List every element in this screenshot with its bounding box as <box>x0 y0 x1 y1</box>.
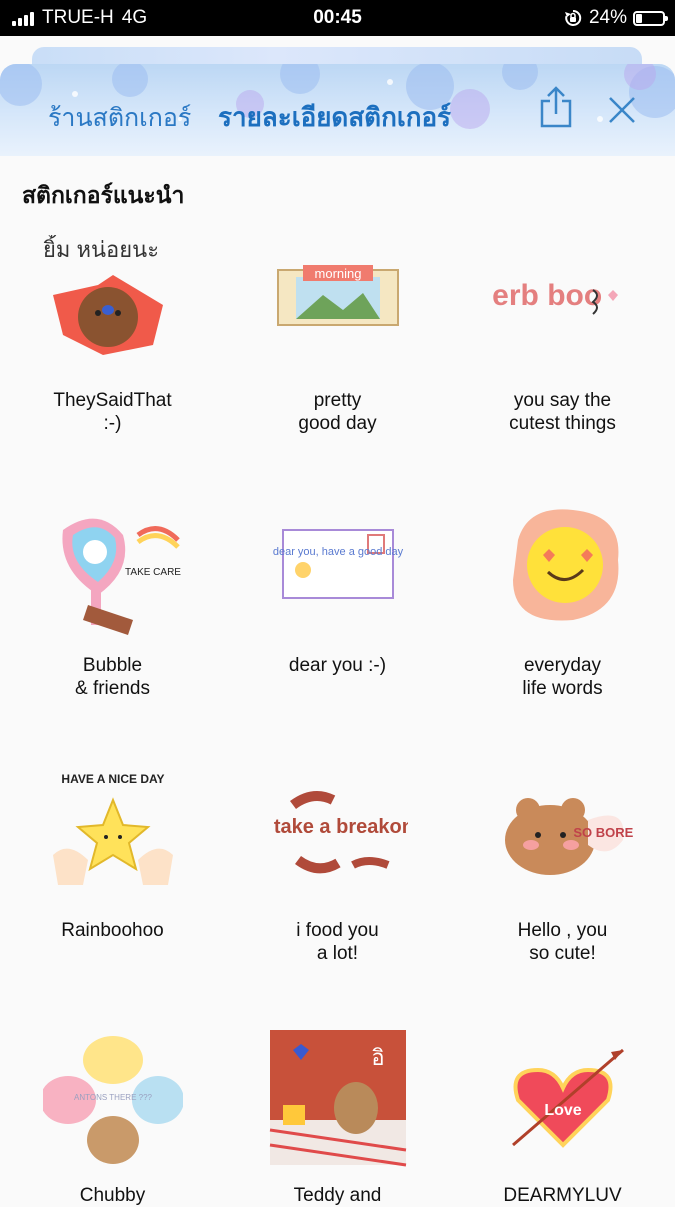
sticker-thumbnail: berb boo <box>493 279 618 315</box>
sticker-art-text: SO BORED <box>573 825 633 840</box>
sticker-art-text: HAVE A NICE DAY <box>61 772 164 786</box>
sticker-item[interactable]: everyday life words <box>450 500 675 700</box>
sticker-thumbnail: อิ <box>269 1030 406 1167</box>
sticker-art-text: dear you, have a good day <box>272 546 403 558</box>
sticker-name: everyday life words <box>522 655 603 699</box>
share-icon[interactable] <box>538 86 574 128</box>
sticker-name: dear you :-) <box>288 655 387 676</box>
section-title: สติกเกอร์แนะนำ <box>22 182 185 208</box>
sticker-name: pretty good day <box>298 390 377 434</box>
sticker-thumbnail: SO BORED <box>504 798 633 875</box>
sticker-item[interactable]: Love DEARMYLUV <box>450 1030 675 1207</box>
sticker-item[interactable]: ยิ้ม หน่อยนะ TheySaidThat :-) <box>0 235 225 435</box>
status-bar: TRUE-H 4G 00:45 24% <box>0 0 675 36</box>
sticker-name: Teddy and <box>293 1185 382 1206</box>
sticker-thumbnail: ANTONS THERE ??? <box>42 1036 183 1164</box>
sticker-item[interactable]: HAVE A NICE DAY Rainboohoo <box>0 765 225 942</box>
sticker-name: Rainboohoo <box>61 920 164 941</box>
sticker-item[interactable]: ANTONS THERE ??? Chubby <box>0 1030 225 1207</box>
rotation-lock-icon <box>564 9 582 26</box>
sticker-name: Chubby <box>79 1185 146 1206</box>
sticker-item[interactable]: TAKE CARE Bubble & friends <box>0 500 225 700</box>
sticker-name: Hello , you so cute! <box>517 920 608 964</box>
sticker-name: you say the cutest things <box>509 390 616 434</box>
sticker-name: TheySaidThat :-) <box>53 390 172 434</box>
header: ร้านสติกเกอร์ รายละเอียดสติกเกอร์ <box>0 64 675 156</box>
sticker-thumbnail: morning <box>276 265 399 326</box>
sticker-art-text: berb boo <box>493 279 602 312</box>
sticker-thumbnail: HAVE A NICE DAY <box>52 772 173 885</box>
sticker-art-text: take a breakon ! <box>273 816 407 838</box>
sticker-thumbnail: ยิ้ม หน่อยนะ <box>43 235 163 355</box>
sticker-art-text: Love <box>544 1102 581 1119</box>
sticker-item[interactable]: SO BORED Hello , you so cute! <box>450 765 675 965</box>
close-icon[interactable] <box>606 94 638 126</box>
tab-sticker-detail[interactable]: รายละเอียดสติกเกอร์ <box>218 97 451 138</box>
sticker-art-text: อิ <box>371 1045 384 1070</box>
sticker-thumbnail: TAKE CARE <box>61 518 181 635</box>
sticker-item[interactable]: berb boo you say the cutest things <box>450 235 675 435</box>
sticker-thumbnail: Love <box>511 1048 624 1148</box>
sticker-item[interactable]: dear you, have a good day dear you :-) <box>225 500 450 677</box>
sticker-name: i food you a lot! <box>296 920 379 964</box>
sticker-art-text: morning <box>314 266 361 281</box>
sticker-item[interactable]: morning pretty good day <box>225 235 450 435</box>
sticker-thumbnail: dear you, have a good day <box>272 529 403 599</box>
sticker-thumbnail <box>512 509 618 621</box>
battery-percent: 24% <box>588 7 627 28</box>
tab-sticker-store[interactable]: ร้านสติกเกอร์ <box>48 98 191 138</box>
sticker-item[interactable]: take a breakon ! i food you a lot! <box>225 765 450 965</box>
sticker-art-text: TAKE CARE <box>125 567 181 578</box>
sticker-art-text: ยิ้ม หน่อยนะ <box>43 235 159 262</box>
sticker-art-text: ANTONS THERE ??? <box>74 1093 153 1102</box>
sticker-name: DEARMYLUV <box>503 1185 622 1206</box>
sticker-item[interactable]: อิ Teddy and <box>225 1030 450 1207</box>
sticker-thumbnail: take a breakon ! <box>273 791 408 874</box>
sticker-name: Bubble & friends <box>75 655 150 699</box>
battery-icon <box>633 10 668 26</box>
